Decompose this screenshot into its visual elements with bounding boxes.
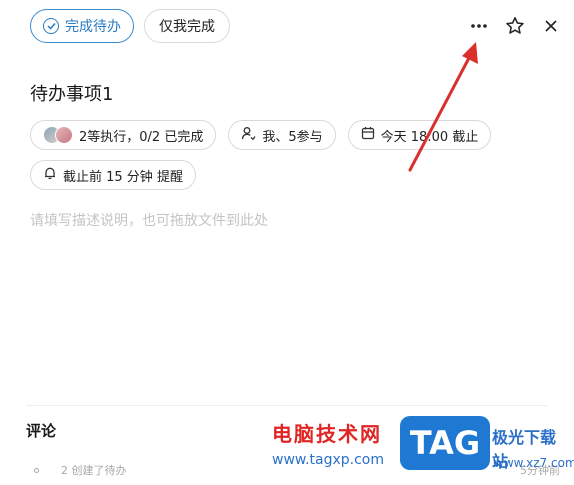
task-title[interactable]: 待办事项1 (30, 80, 113, 106)
assignees-label: 2等执行，0/2 已完成 (79, 129, 204, 145)
complete-task-label: 完成待办 (65, 19, 121, 35)
user-add-icon (241, 126, 256, 145)
complete-task-button[interactable]: 完成待办 (30, 9, 134, 43)
check-circle-icon (43, 18, 59, 34)
reminder-label: 截止前 15 分钟 提醒 (63, 169, 183, 185)
bell-icon (43, 166, 57, 184)
close-icon[interactable] (540, 15, 562, 37)
reminder-chip[interactable]: 截止前 15 分钟 提醒 (30, 160, 196, 190)
watermark-tag-logo: TAG (400, 416, 490, 470)
calendar-icon (361, 126, 375, 144)
timeline-dot-icon (34, 467, 39, 473)
activity-item: 2 创建了待办 (34, 462, 127, 478)
task-attributes: 2等执行，0/2 已完成 我、5参与 今天 18:00 截止 截止前 15 分钟… (30, 120, 540, 190)
divider (26, 405, 548, 406)
assignee-avatars (43, 126, 73, 144)
top-actions (468, 15, 562, 37)
assignees-chip[interactable]: 2等执行，0/2 已完成 (30, 120, 217, 150)
due-date-chip[interactable]: 今天 18:00 截止 (347, 120, 492, 150)
avatar (55, 126, 73, 144)
only-me-complete-button[interactable]: 仅我完成 (144, 9, 230, 43)
activity-text: 2 创建了待办 (61, 464, 127, 477)
watermark-url: www.tagxp.com (272, 452, 384, 468)
participants-chip[interactable]: 我、5参与 (228, 120, 336, 150)
comments-heading: 评论 (26, 422, 57, 440)
more-icon[interactable] (468, 15, 490, 37)
watermark-site-name: 电脑技术网 (272, 422, 382, 446)
due-date-label: 今天 18:00 截止 (380, 129, 479, 145)
star-icon[interactable] (504, 15, 526, 37)
description-input[interactable]: 请填写描述说明，也可拖放文件到此处 (30, 210, 268, 230)
top-bar: 完成待办 仅我完成 (30, 8, 562, 44)
participants-label: 我、5参与 (262, 129, 323, 145)
watermark-site2-url: www.xz7.com (494, 456, 574, 470)
watermark: 电脑技术网 www.tagxp.com TAG 极光下载站 www.xz7.co… (268, 412, 574, 482)
